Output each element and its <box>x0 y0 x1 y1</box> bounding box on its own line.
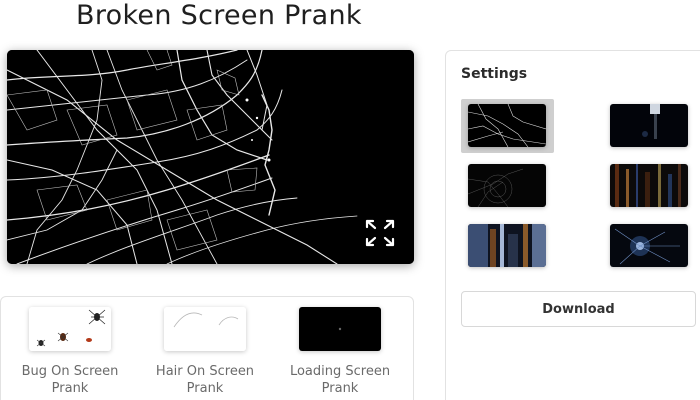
theme-spiderweb-crack[interactable] <box>468 164 546 207</box>
other-pranks-panel: Bug On Screen Prank Hair On Screen Prank <box>0 296 414 400</box>
broken-screen-preview[interactable] <box>7 50 414 264</box>
download-button[interactable]: Download <box>461 291 696 327</box>
prank-label: Loading Screen Prank <box>285 363 395 397</box>
theme-dark-flare[interactable] <box>610 104 688 147</box>
loading-thumbnail-icon <box>299 307 381 351</box>
bugs-thumbnail-icon <box>29 307 111 351</box>
prank-label-line1: Bug On Screen <box>21 364 119 379</box>
fullscreen-icon[interactable] <box>364 218 396 248</box>
prank-bug-on-screen[interactable]: Bug On Screen Prank <box>15 307 125 397</box>
theme-cracked-glass[interactable] <box>468 104 546 147</box>
prank-loading-screen[interactable]: Loading Screen Prank <box>285 307 395 397</box>
settings-panel: Settings Download <box>445 50 700 400</box>
prank-label-line1: Hair On Screen <box>155 364 255 379</box>
theme-blue-glitch[interactable] <box>468 224 546 267</box>
prank-label-line1: Loading Screen <box>289 364 391 379</box>
prank-label: Hair On Screen Prank <box>150 363 260 397</box>
settings-title: Settings <box>461 66 528 82</box>
page-title: Broken Screen Prank <box>76 0 362 31</box>
prank-label: Bug On Screen Prank <box>15 363 125 397</box>
cracked-screen-image <box>7 50 414 264</box>
prank-label-line2: Prank <box>186 381 224 396</box>
theme-blue-burst[interactable] <box>610 224 688 267</box>
prank-label-line2: Prank <box>321 381 359 396</box>
hair-thumbnail-icon <box>164 307 246 351</box>
prank-hair-on-screen[interactable]: Hair On Screen Prank <box>150 307 260 397</box>
theme-glitch-lines[interactable] <box>610 164 688 207</box>
prank-label-line2: Prank <box>51 381 89 396</box>
